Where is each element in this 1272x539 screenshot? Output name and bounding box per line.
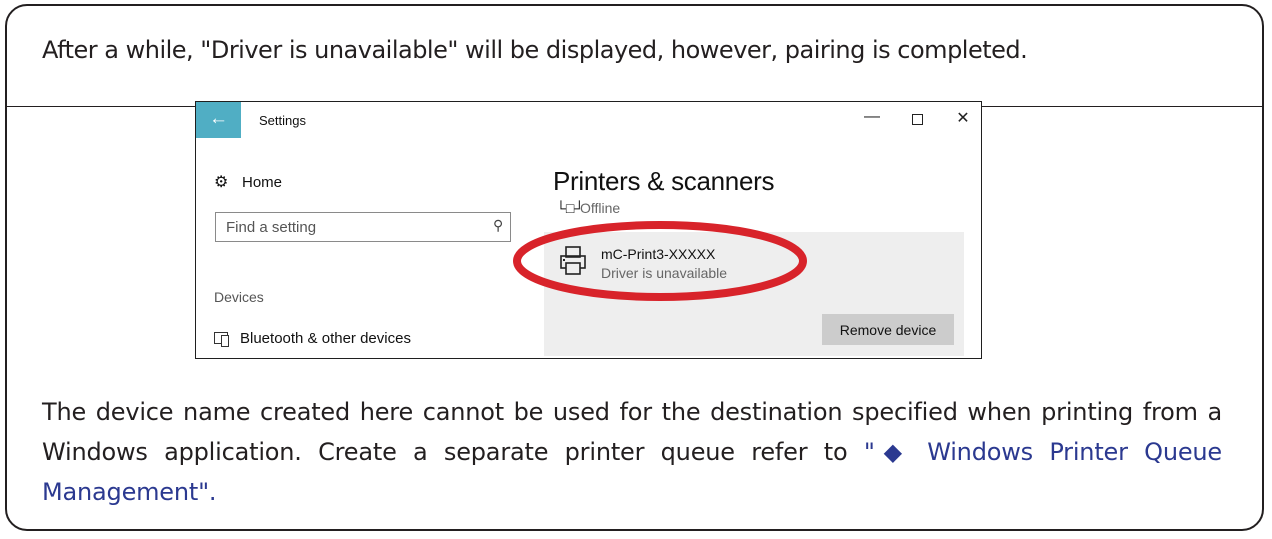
device-icon: └□┘: [556, 200, 585, 216]
home-label: Home: [242, 174, 283, 191]
window-title: Settings: [259, 113, 306, 128]
devices-icon: [214, 332, 229, 347]
gear-icon: ⚙: [214, 174, 229, 191]
remove-device-button[interactable]: Remove device: [822, 314, 954, 345]
selected-printer-panel[interactable]: mC-Print3-XXXXX Driver is unavailable Re…: [544, 232, 964, 356]
search-placeholder: Find a setting: [226, 219, 317, 236]
search-input[interactable]: Find a setting ⚲: [215, 212, 511, 242]
printer-status: Driver is unavailable: [601, 265, 728, 281]
title-bar: ← Settings — ✕: [196, 102, 981, 138]
maximize-icon: [911, 114, 923, 125]
back-button[interactable]: ←: [196, 102, 241, 138]
note-text: The device name created here cannot be u…: [42, 392, 1222, 512]
back-arrow-icon: ←: [209, 108, 228, 129]
sidebar-item-home[interactable]: ⚙ Home: [214, 172, 282, 192]
offline-device-row[interactable]: └□┘Offline: [556, 200, 620, 216]
search-icon: ⚲: [492, 217, 503, 233]
intro-text: After a while, "Driver is unavailable" w…: [42, 36, 1028, 64]
printer-icon: [560, 246, 586, 275]
sidebar-item-bluetooth[interactable]: Bluetooth & other devices: [214, 330, 411, 347]
settings-window: ← Settings — ✕ ⚙ Home Find a setting ⚲ De…: [195, 101, 982, 359]
close-button[interactable]: ✕: [953, 108, 973, 128]
offline-status: Offline: [580, 200, 621, 216]
sidebar-item-label: Bluetooth & other devices: [240, 330, 411, 347]
section-label-devices: Devices: [214, 289, 264, 305]
maximize-button[interactable]: [907, 108, 927, 130]
page-title: Printers & scanners: [553, 166, 775, 196]
minimize-button[interactable]: —: [862, 108, 882, 126]
printer-name: mC-Print3-XXXXX: [601, 246, 716, 262]
